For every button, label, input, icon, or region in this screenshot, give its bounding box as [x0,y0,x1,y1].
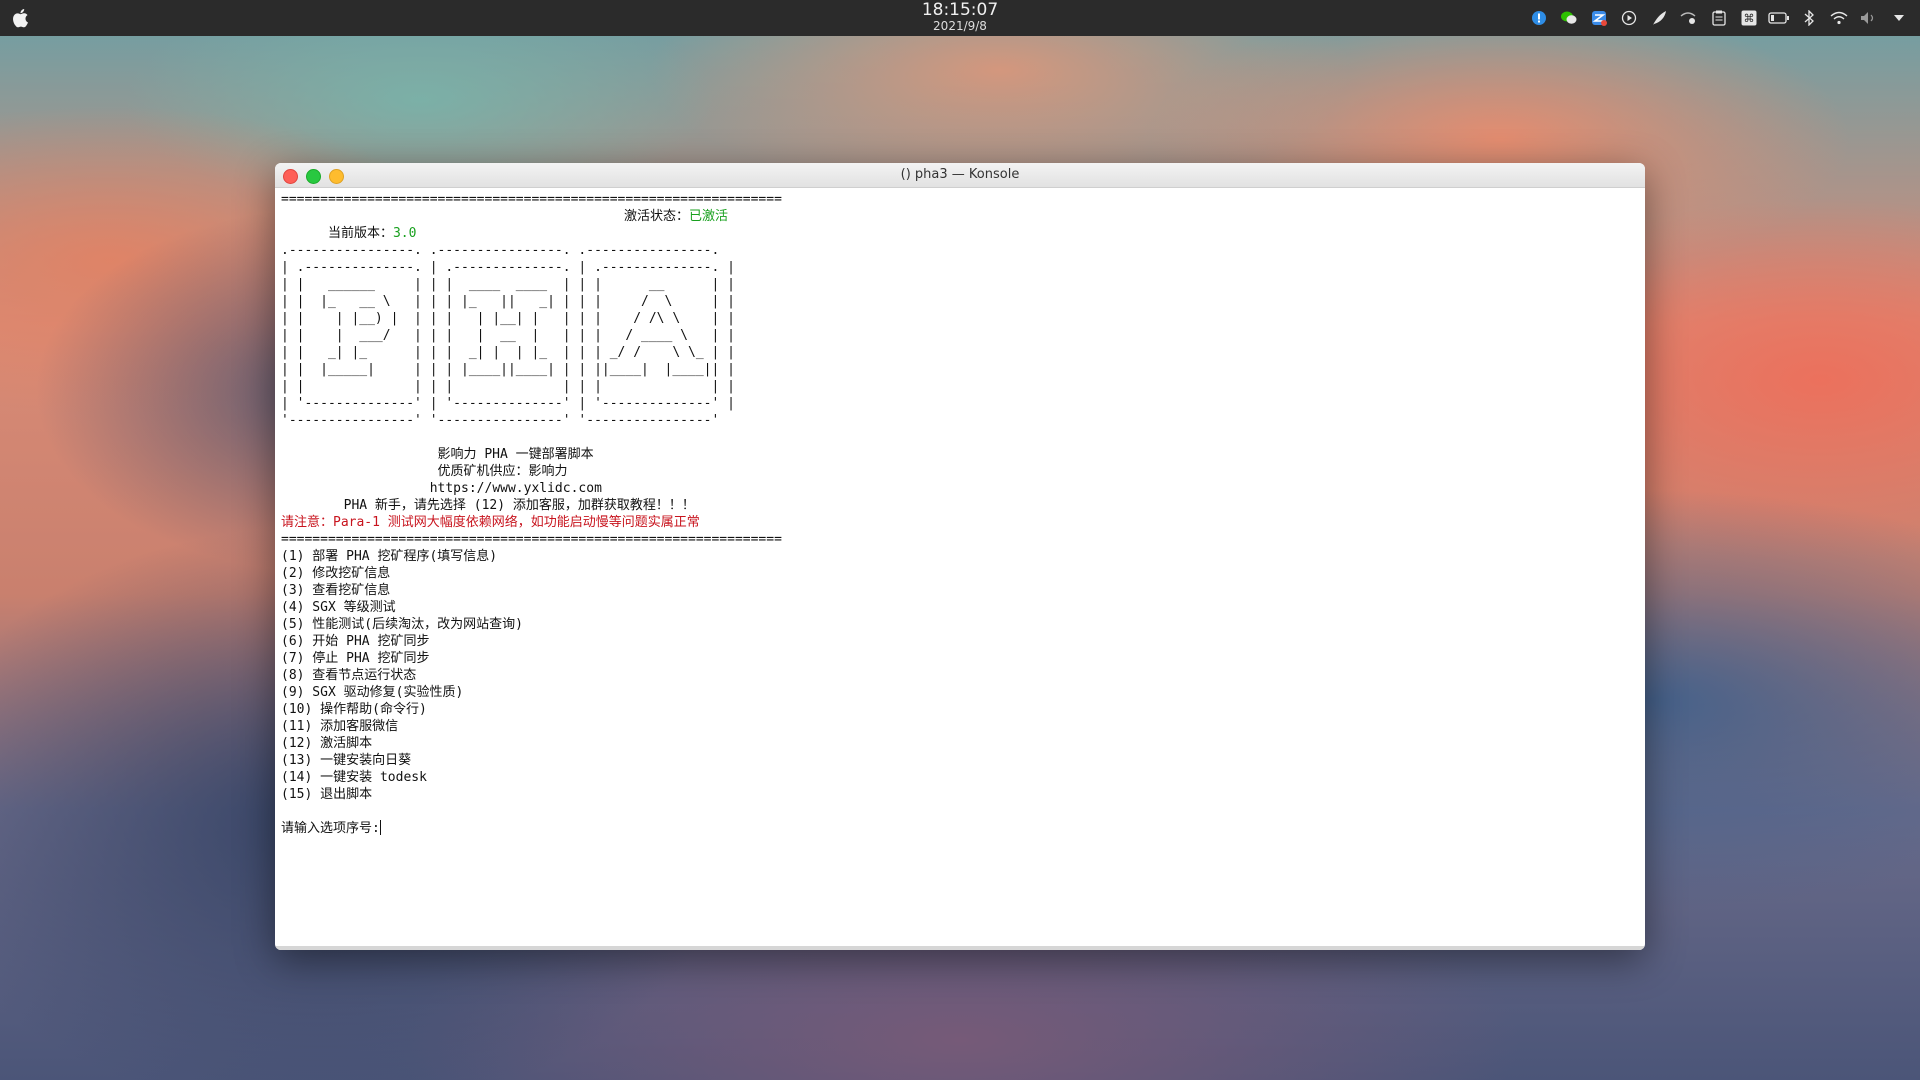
version-label: 当前版本： [327,226,393,241]
bluetooth-icon[interactable] [1798,7,1820,29]
activation-label: 激活状态： [624,209,690,224]
top-menu-bar: 18:15:07 2021/9/8 ⌘ [0,0,1920,36]
window-title: () pha3 — Konsole [900,167,1020,182]
clock[interactable]: 18:15:07 2021/9/8 [910,0,1010,33]
info-icon[interactable] [1528,7,1550,29]
feather-icon[interactable] [1648,7,1670,29]
ascii-art-line: | | ______ | | | ____ ____ | | | __ | | [281,277,735,292]
activation-status: 激活状态：已激活 [624,208,728,225]
window-bottom-edge [275,946,1645,950]
input-prompt: 请输入选项序号: [281,821,380,836]
menu-item: (10) 操作帮助(命令行) [281,702,427,717]
battery-icon[interactable] [1768,7,1790,29]
status-line: 当前版本：3.0 激活状态：已激活 [281,208,1639,241]
ascii-art-line: | .--------------. | .--------------. | … [281,260,735,275]
clock-date: 2021/9/8 [933,18,987,33]
volume-muted-icon[interactable] [1858,7,1880,29]
wifi-icon[interactable] [1828,7,1850,29]
menu-item: (4) SGX 等级测试 [281,600,396,615]
intro-title: 影响力 PHA 一键部署脚本 [281,447,594,462]
menu-item: (12) 激活脚本 [281,736,373,751]
separator-top: ========================================… [281,192,782,207]
svg-text:⌘: ⌘ [1744,12,1755,25]
menu-item: (7) 停止 PHA 挖矿同步 [281,651,430,666]
command-icon[interactable]: ⌘ [1738,7,1760,29]
ascii-art-line: | | _| |_ | | | _| | | |_ | | | _/ / \ \… [281,345,735,360]
activation-value: 已激活 [689,209,729,224]
menu-item: (1) 部署 PHA 挖矿程序(填写信息) [281,549,498,564]
menu-item: (14) 一键安装 todesk [281,770,427,785]
version-value: 3.0 [392,226,417,241]
pha-ascii-logo: .----------------. .----------------. .-… [281,242,1639,429]
network-warning: 请注意：Para-1 测试网大幅度依赖网络，如功能启动慢等问题实属正常 [281,515,700,530]
input-prompt-line[interactable]: 请输入选项序号: [281,820,1639,837]
ascii-art-line: | | | | | | | | | | [281,379,735,394]
system-tray: ⌘ [1528,7,1910,29]
user-network-icon[interactable] [1678,7,1700,29]
clipboard-icon[interactable] [1708,7,1730,29]
window-titlebar[interactable]: () pha3 — Konsole [275,163,1645,188]
separator-bottom: ========================================… [281,532,782,547]
apple-menu-icon[interactable] [10,6,32,30]
menu-list: (1) 部署 PHA 挖矿程序(填写信息) (2) 修改挖矿信息 (3) 查看挖… [281,548,1639,803]
ascii-art-line: .----------------. .----------------. .-… [281,243,720,258]
ascii-art-line: | | | |__) | | | | | |__| | | | | / /\ \… [281,311,735,326]
menu-item: (6) 开始 PHA 挖矿同步 [281,634,430,649]
clock-time: 18:15:07 [921,0,999,20]
ascii-art-line: | | |_____| | | | |____||____| | | ||___… [281,362,735,377]
menu-item: (2) 修改挖矿信息 [281,566,391,581]
menu-item: (15) 退出脚本 [281,787,373,802]
menu-item: (13) 一键安装向日葵 [281,753,412,768]
menu-item: (5) 性能测试(后续淘汰，改为网站查询) [281,617,523,632]
menu-item: (9) SGX 驱动修复(实验性质) [281,685,464,700]
intro-newbie-hint: PHA 新手，请先选择 (12) 添加客服，加群获取教程！！！ [281,498,695,513]
intro-url[interactable]: https://www.yxlidc.com [281,480,1639,497]
ascii-art-line: '----------------' '----------------' '-… [281,413,720,428]
ime-icon[interactable] [1588,7,1610,29]
intro-block: 影响力 PHA 一键部署脚本 优质矿机供应：影响力 https://www.yx… [281,446,1639,514]
ascii-art-line: | '--------------' | '--------------' | … [281,396,735,411]
menu-item: (3) 查看挖矿信息 [281,583,391,598]
chevron-down-icon[interactable] [1888,7,1910,29]
konsole-window[interactable]: () pha3 — Konsole ======================… [275,163,1645,950]
media-play-icon[interactable] [1618,7,1640,29]
intro-supplier: 优质矿机供应：影响力 [281,464,568,479]
terminal-output[interactable]: ========================================… [281,191,1639,944]
wechat-icon[interactable] [1558,7,1580,29]
text-cursor [379,820,381,835]
menu-item: (11) 添加客服微信 [281,719,399,734]
menu-item: (8) 查看节点运行状态 [281,668,417,683]
ascii-art-line: | | | ___/ | | | | __ | | | | / ____ \ |… [281,328,735,343]
ascii-art-line: | | |_ __ \ | | | |_ || _| | | | / \ | | [281,294,735,309]
